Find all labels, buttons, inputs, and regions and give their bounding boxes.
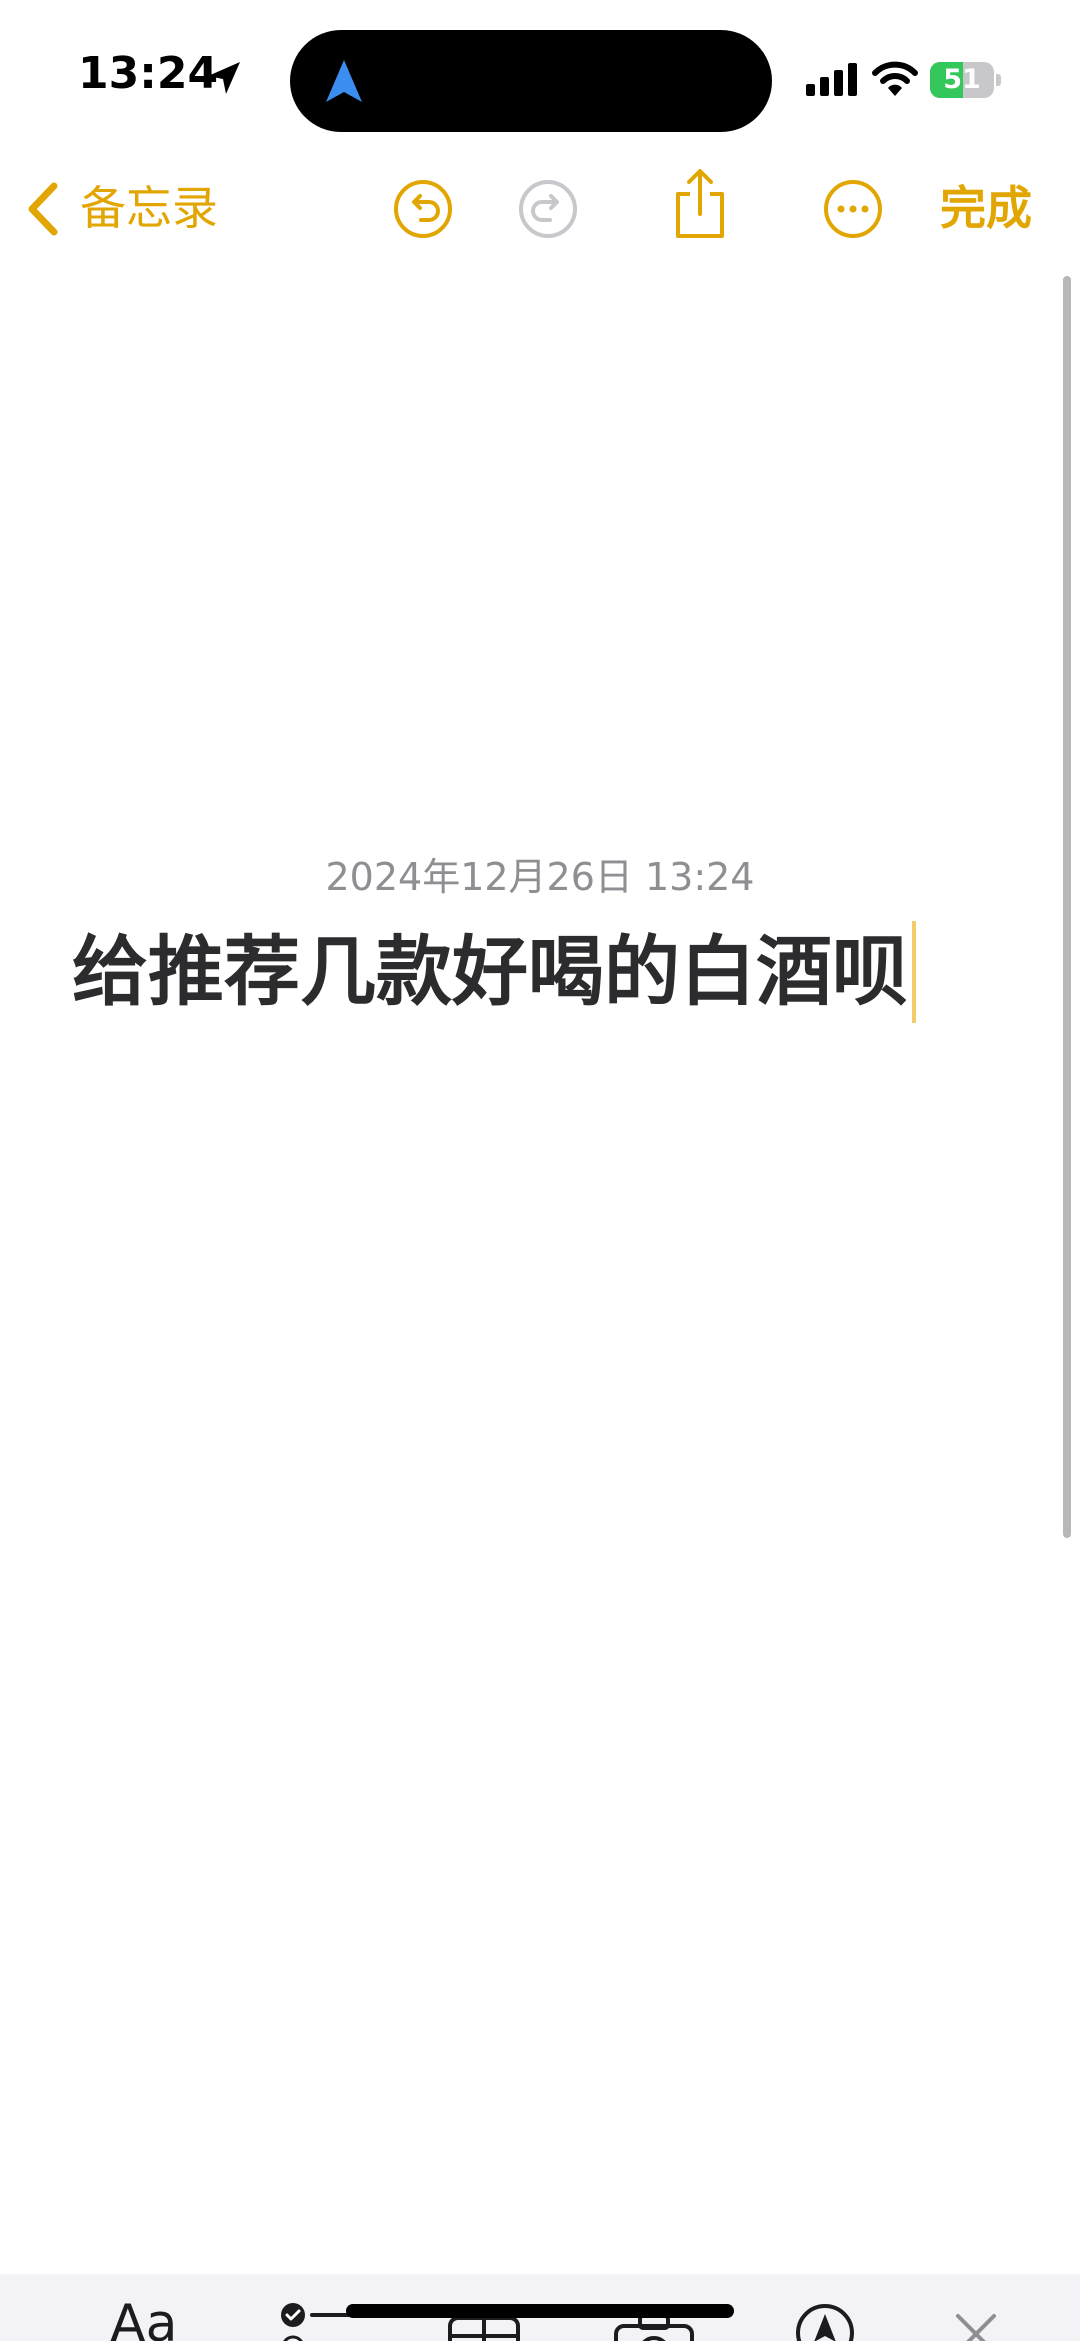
home-indicator[interactable]: [346, 2304, 734, 2318]
chevron-left-icon[interactable]: [22, 180, 62, 238]
wifi-icon: [872, 61, 918, 96]
status-time: 13:24: [78, 48, 219, 99]
note-title[interactable]: 给推荐几款好喝的白酒呗: [72, 918, 908, 1026]
checklist-icon[interactable]: [280, 2302, 350, 2341]
battery-charging-icon: 51: [930, 62, 1002, 98]
note-body[interactable]: 给推荐几款好喝的白酒呗: [72, 918, 916, 1026]
share-icon[interactable]: [672, 168, 728, 240]
undo-icon[interactable]: [392, 178, 454, 240]
close-icon[interactable]: [950, 2308, 1002, 2341]
scroll-indicator[interactable]: [1063, 276, 1071, 1538]
format-button[interactable]: Aa: [110, 2294, 177, 2341]
redo-icon[interactable]: [517, 178, 579, 240]
dynamic-island[interactable]: [290, 30, 772, 132]
note-date: 2024年12月26日 13:24: [325, 855, 755, 899]
camera-icon[interactable]: [612, 2314, 696, 2341]
battery-level: 51: [943, 64, 981, 95]
done-button[interactable]: 完成: [940, 178, 1032, 238]
text-caret: [912, 921, 916, 1023]
cellular-signal-icon: [806, 63, 857, 96]
more-icon[interactable]: [822, 178, 884, 240]
back-button[interactable]: 备忘录: [80, 180, 218, 236]
navigation-icon: [326, 60, 362, 102]
location-arrow-icon: [208, 62, 240, 94]
markup-icon[interactable]: [794, 2302, 856, 2341]
table-icon[interactable]: [446, 2314, 522, 2341]
